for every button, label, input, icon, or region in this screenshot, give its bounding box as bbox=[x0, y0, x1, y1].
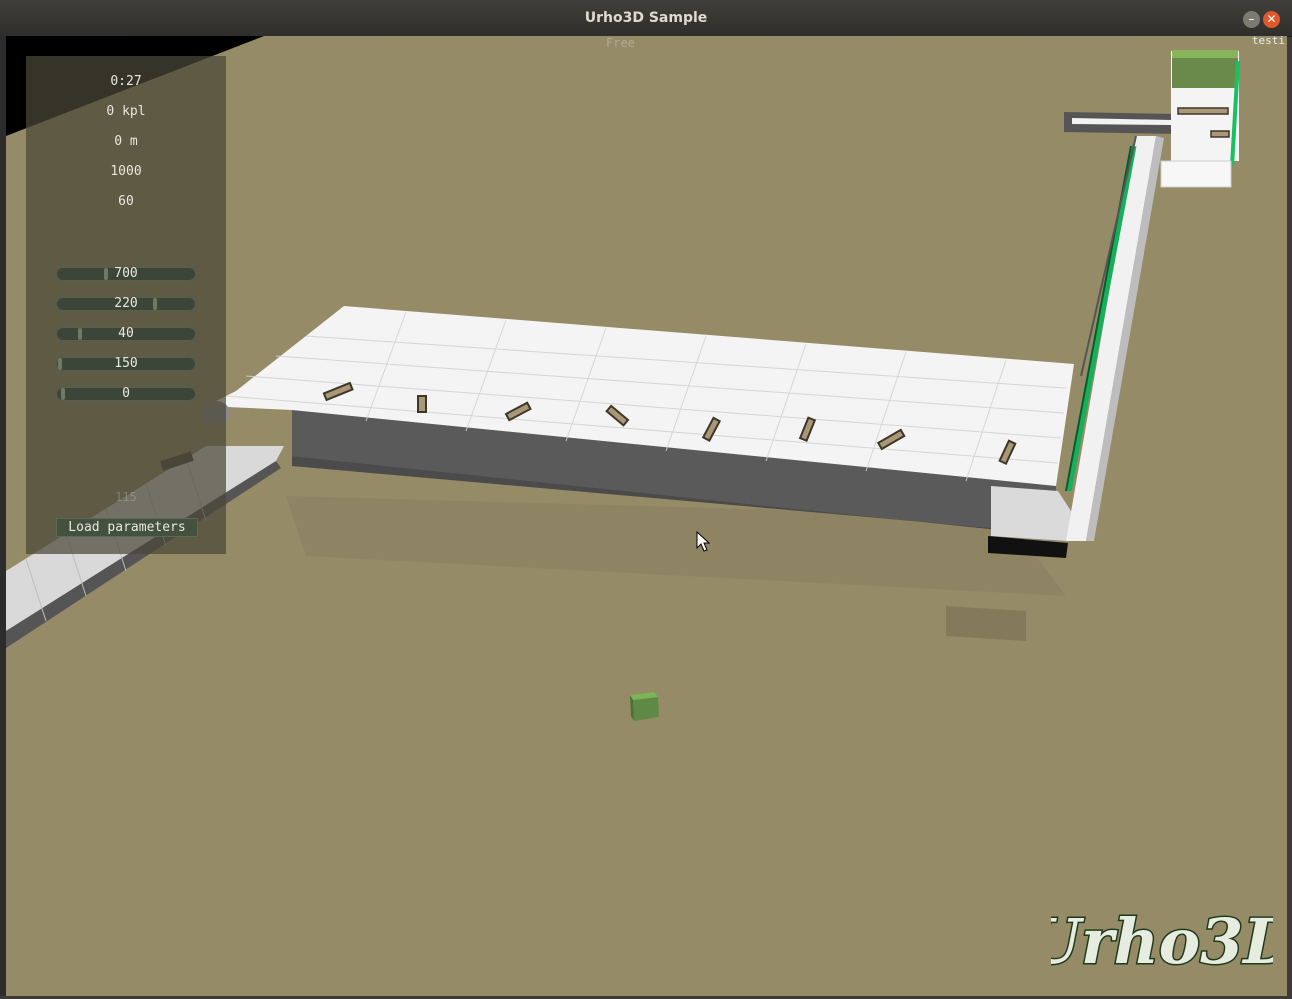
mouse-cursor-icon bbox=[696, 531, 711, 552]
stat-value-a: 1000 bbox=[110, 164, 142, 179]
stat-value-b: 60 bbox=[118, 194, 134, 209]
distance-readout: 0 m bbox=[114, 134, 138, 149]
parameter-slider-2[interactable]: 220 bbox=[56, 296, 196, 311]
parameter-slider-1[interactable]: 700 bbox=[56, 266, 196, 281]
svg-text:Urho3D: Urho3D bbox=[1051, 905, 1273, 978]
slider-value: 220 bbox=[114, 296, 138, 311]
parameter-panel: 0:27 0 kpl 0 m 1000 60 700 220 40 150 0 … bbox=[26, 56, 226, 554]
parameter-slider-3[interactable]: 40 bbox=[56, 326, 196, 341]
faded-value: 115 bbox=[115, 490, 137, 504]
slider-value: 40 bbox=[118, 326, 134, 341]
window-title: Urho3D Sample bbox=[584, 10, 708, 26]
parameter-slider-5[interactable]: 0 bbox=[56, 386, 196, 401]
load-parameters-button[interactable]: Load parameters bbox=[56, 518, 198, 537]
urho3d-logo: Urho3D bbox=[1051, 904, 1273, 980]
window-titlebar[interactable]: Urho3D Sample – ✕ bbox=[0, 0, 1292, 37]
minimize-icon[interactable]: – bbox=[1243, 11, 1260, 28]
close-icon[interactable]: ✕ bbox=[1263, 11, 1280, 28]
3d-viewport[interactable]: Free testi 0:27 0 kpl 0 m 1000 60 700 22… bbox=[6, 36, 1287, 996]
corner-label: testi bbox=[1251, 36, 1285, 47]
slider-value: 0 bbox=[122, 386, 130, 401]
slider-value: 150 bbox=[114, 356, 138, 371]
parameter-slider-4[interactable]: 150 bbox=[56, 356, 196, 371]
piece-count: 0 kpl bbox=[106, 104, 146, 119]
elapsed-time: 0:27 bbox=[110, 74, 142, 89]
camera-mode-label: Free bbox=[606, 36, 635, 50]
slider-value: 700 bbox=[114, 266, 138, 281]
